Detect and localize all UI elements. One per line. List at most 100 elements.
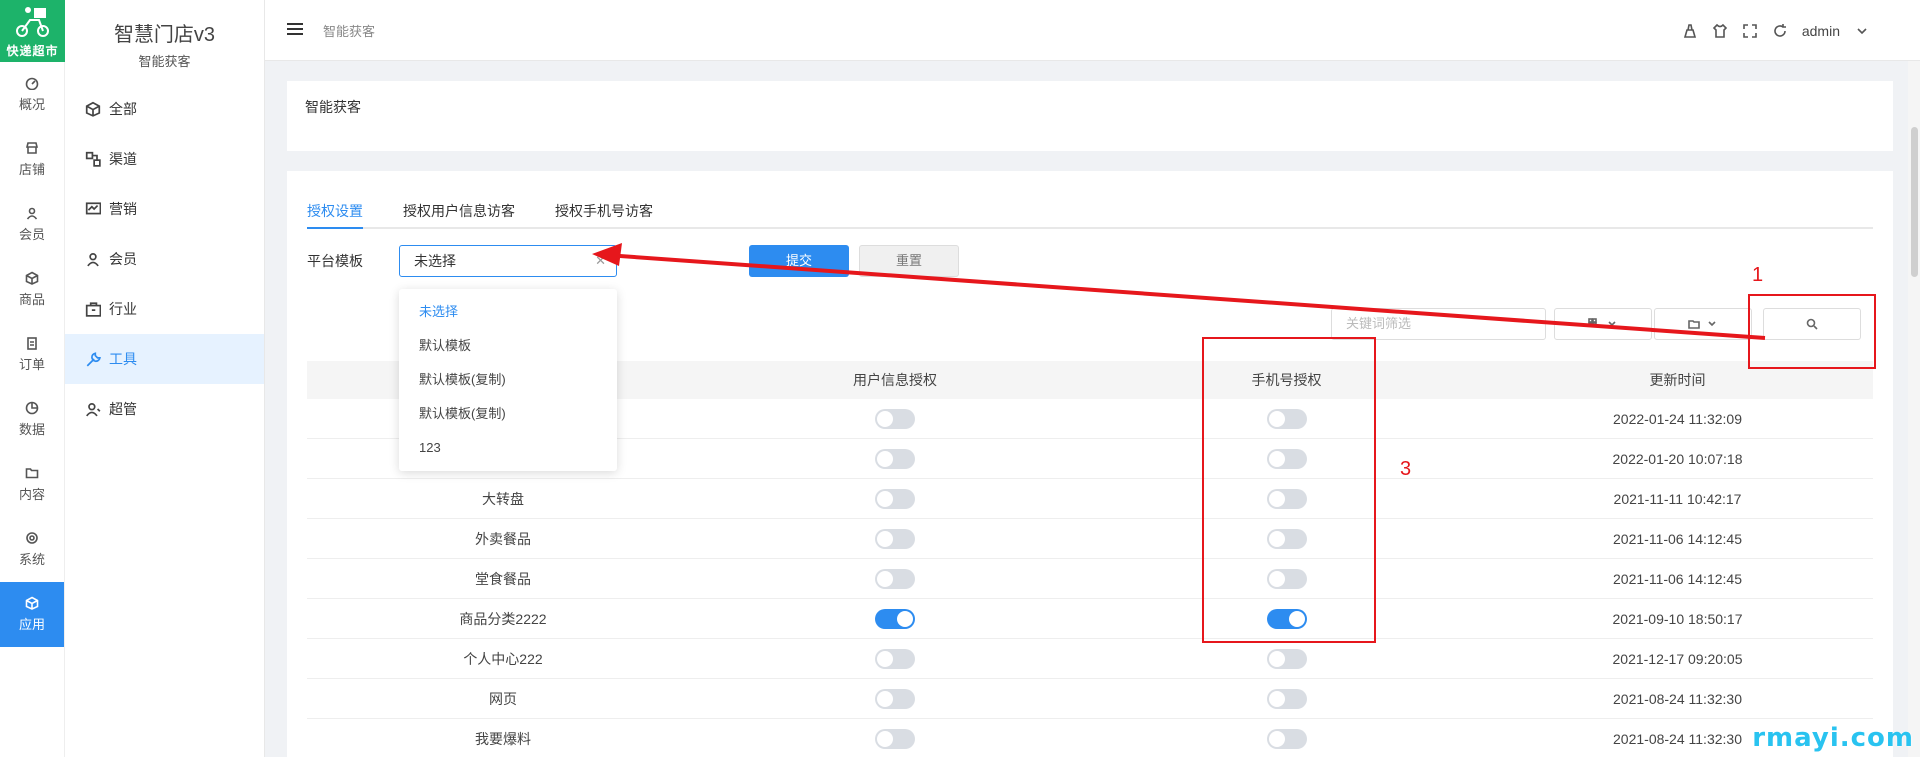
tab-auth-settings[interactable]: 授权设置 [307,199,363,229]
table-row: 我要爆料 2021-08-24 11:32:30 [307,719,1873,757]
sidebar-item-6[interactable]: 超管 [65,384,264,434]
rail-item-4[interactable]: 订单 [0,322,64,387]
box-icon [25,271,39,285]
tab-phone-visitors[interactable]: 授权手机号访客 [555,199,653,229]
table-row: 商品分类2222 2021-09-10 18:50:17 [307,599,1873,639]
user-auth-toggle[interactable] [875,688,915,709]
rail-item-1[interactable]: 店铺 [0,127,64,192]
keyword-filter-input[interactable]: 关键词筛选 [1331,308,1546,340]
chevron-down-icon[interactable] [1854,23,1870,39]
dropdown-option[interactable]: 123 [399,431,617,465]
template-select[interactable]: 未选择 ✕ [399,245,617,277]
user-auth-toggle[interactable] [875,488,915,509]
row-name: 外卖餐品 [475,530,531,547]
rail-item-2[interactable]: 会员 [0,192,64,257]
user-auth-toggle[interactable] [875,728,915,749]
store-icon [25,142,39,154]
menu-toggle-icon[interactable] [287,23,303,37]
row-update-time: 2022-01-20 10:07:18 [1612,450,1743,467]
channel-icon [85,151,101,167]
table-row: 个人中心222 2021-12-17 09:20:05 [307,639,1873,679]
refresh-icon[interactable] [1772,23,1788,39]
sidebar-item-label: 工具 [109,351,137,367]
sidebar-item-label: 行业 [109,301,137,317]
dropdown-option[interactable]: 默认模板(复制) [399,363,617,397]
row-name: 大转盘 [482,490,524,507]
user-auth-toggle[interactable] [875,448,915,469]
clear-icon[interactable]: ✕ [595,246,606,276]
dropdown-option[interactable]: 默认模板 [399,329,617,363]
rail-item-label: 商品 [18,292,45,307]
logo-text: 快递超市 [6,44,59,58]
row-name: 我要爆料 [475,730,531,747]
briefcase-icon [85,302,101,317]
rail-item-7[interactable]: 系统 [0,517,64,582]
column-toggle-button[interactable] [1554,308,1652,340]
rail-item-8[interactable]: 应用 [0,582,64,647]
top-header: 智能获客 admin [265,0,1920,61]
user-icon [26,207,38,220]
sidebar-item-1[interactable]: 渠道 [65,134,264,184]
table-row: 堂食餐品 2021-11-06 14:12:45 [307,559,1873,599]
fullscreen-icon[interactable] [1742,23,1758,39]
user-auth-toggle[interactable] [875,568,915,589]
chart-icon [25,401,39,415]
page-title: 智能获客 [305,99,361,115]
sidebar-item-0[interactable]: 全部 [65,84,264,134]
user-auth-toggle[interactable] [875,648,915,669]
breadcrumb[interactable]: 智能获客 [323,21,375,40]
rail-item-3[interactable]: 商品 [0,257,64,322]
export-button[interactable] [1654,308,1752,340]
row-update-time: 2021-12-17 09:20:05 [1612,650,1743,667]
rail-item-label: 订单 [18,357,45,372]
template-label: 平台模板 [307,253,363,269]
wrench-icon [86,352,101,367]
folder-icon [1688,320,1700,329]
row-update-time: 2021-11-06 14:12:45 [1613,570,1742,587]
secondary-sidebar: 智慧门店v3 智能获客 全部 渠道 营销 会员 行业 工具 超管 [65,0,265,757]
annotation-box-phone-auth [1202,337,1376,643]
phone-auth-toggle[interactable] [1266,688,1307,709]
chevron-down-icon [1708,321,1716,327]
user-auth-toggle[interactable] [875,528,915,549]
sidebar-item-label: 全部 [109,101,137,117]
scrollbar-thumb[interactable] [1911,127,1918,277]
user-icon [87,253,99,267]
user-auth-toggle[interactable] [875,408,915,429]
template-dropdown: 未选择 默认模板 默认模板(复制) 默认模板(复制) 123 [399,289,617,471]
rail-item-5[interactable]: 数据 [0,387,64,452]
dropdown-option[interactable]: 未选择 [399,295,617,329]
table-row: 大转盘 2021-11-11 10:42:17 [307,479,1873,519]
sidebar-item-5[interactable]: 工具 [65,334,264,384]
user-menu[interactable]: admin [1802,23,1840,39]
row-update-time: 2021-08-24 11:32:30 [1613,690,1742,707]
sidebar-item-label: 会员 [109,251,137,267]
rail-item-label: 概况 [18,97,45,112]
sidebar-subtitle: 智能获客 [138,54,191,69]
sidebar-item-4[interactable]: 行业 [65,284,264,334]
submit-button[interactable]: 提交 [749,245,849,277]
theme-shirt-icon[interactable] [1712,23,1728,39]
sidebar-item-label: 渠道 [109,151,137,167]
rail-item-6[interactable]: 内容 [0,452,64,517]
sidebar-item-3[interactable]: 会员 [65,234,264,284]
app-logo[interactable]: 快递超市 [0,0,65,62]
icon-rail: 快递超市 概况店铺 会员商品订单数据内容 系统 应用 [0,0,65,757]
rail-item-label: 数据 [18,422,45,437]
phone-auth-toggle[interactable] [1266,728,1307,749]
row-update-time: 2021-11-06 14:12:45 [1613,530,1742,547]
page-scrollbar[interactable] [1908,61,1920,757]
header-user-auth: 用户信息授权 [853,372,937,388]
reset-button[interactable]: 重置 [859,245,959,277]
tab-user-info-visitors[interactable]: 授权用户信息访客 [403,199,515,229]
dropdown-option[interactable]: 默认模板(复制) [399,397,617,431]
sidebar-item-2[interactable]: 营销 [65,184,264,234]
clear-cache-icon[interactable] [1682,23,1698,39]
phone-auth-toggle[interactable] [1266,648,1307,669]
row-name: 堂食餐品 [475,570,531,587]
user-auth-toggle[interactable] [875,608,915,629]
template-select-value: 未选择 [414,253,456,269]
rail-item-0[interactable]: 概况 [0,62,64,127]
row-update-time: 2021-09-10 18:50:17 [1612,610,1743,627]
monitor-icon [85,202,101,215]
